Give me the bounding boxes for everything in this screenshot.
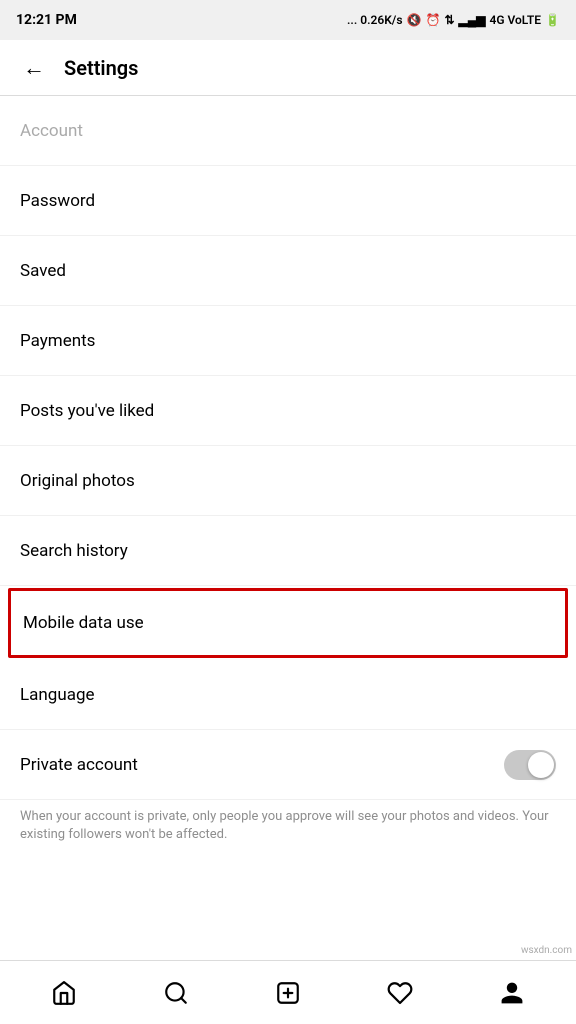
saved-label: Saved (20, 261, 66, 281)
home-icon (51, 980, 77, 1006)
settings-item-password[interactable]: Password (0, 166, 576, 236)
settings-header: ← Settings (0, 40, 576, 96)
status-time: 12:21 PM (16, 12, 77, 28)
nav-home[interactable] (8, 961, 120, 1024)
original-photos-label: Original photos (20, 471, 135, 491)
alarm-icon: ⏰ (425, 13, 440, 27)
nav-heart[interactable] (344, 961, 456, 1024)
toggle-knob (528, 752, 554, 778)
add-icon (275, 980, 301, 1006)
private-account-description: When your account is private, only peopl… (0, 800, 576, 860)
settings-item-payments[interactable]: Payments (0, 306, 576, 376)
network-type: 4G VoLTE (489, 13, 541, 27)
page-title: Settings (64, 56, 138, 80)
back-arrow-icon: ← (23, 55, 45, 81)
account-label: Account (20, 121, 83, 141)
watermark: wsxdn.com (521, 945, 572, 956)
signal-icon: ▂▄▆ (459, 13, 486, 27)
mobile-data-use-label: Mobile data use (23, 613, 144, 633)
bottom-nav (0, 960, 576, 1024)
mute-icon: 🔇 (407, 13, 422, 27)
battery-icon: 🔋 (545, 13, 560, 27)
settings-item-private-account[interactable]: Private account (0, 730, 576, 800)
password-label: Password (20, 191, 95, 211)
nav-add[interactable] (232, 961, 344, 1024)
settings-item-search-history[interactable]: Search history (0, 516, 576, 586)
nav-search[interactable] (120, 961, 232, 1024)
back-button[interactable]: ← (16, 50, 52, 86)
nav-profile[interactable] (456, 961, 568, 1024)
sync-icon: ⇅ (444, 13, 454, 27)
private-account-toggle[interactable] (504, 750, 556, 780)
settings-item-original-photos[interactable]: Original photos (0, 446, 576, 516)
private-account-label: Private account (20, 755, 138, 775)
settings-item-mobile-data-use[interactable]: Mobile data use (8, 588, 568, 658)
language-label: Language (20, 685, 95, 705)
profile-icon (499, 980, 525, 1006)
search-history-label: Search history (20, 541, 128, 561)
settings-item-saved[interactable]: Saved (0, 236, 576, 306)
status-bar: 12:21 PM ... 0.26K/s 🔇 ⏰ ⇅ ▂▄▆ 4G VoLTE … (0, 0, 576, 40)
status-icons: ... 0.26K/s 🔇 ⏰ ⇅ ▂▄▆ 4G VoLTE 🔋 (347, 13, 560, 27)
payments-label: Payments (20, 331, 95, 351)
network-speed: ... 0.26K/s (347, 13, 403, 27)
settings-list: Account Password Saved Payments Posts yo… (0, 96, 576, 860)
posts-liked-label: Posts you've liked (20, 401, 154, 421)
search-icon (163, 980, 189, 1006)
settings-item-language[interactable]: Language (0, 660, 576, 730)
settings-item-account[interactable]: Account (0, 96, 576, 166)
heart-icon (387, 980, 413, 1006)
settings-item-posts-liked[interactable]: Posts you've liked (0, 376, 576, 446)
